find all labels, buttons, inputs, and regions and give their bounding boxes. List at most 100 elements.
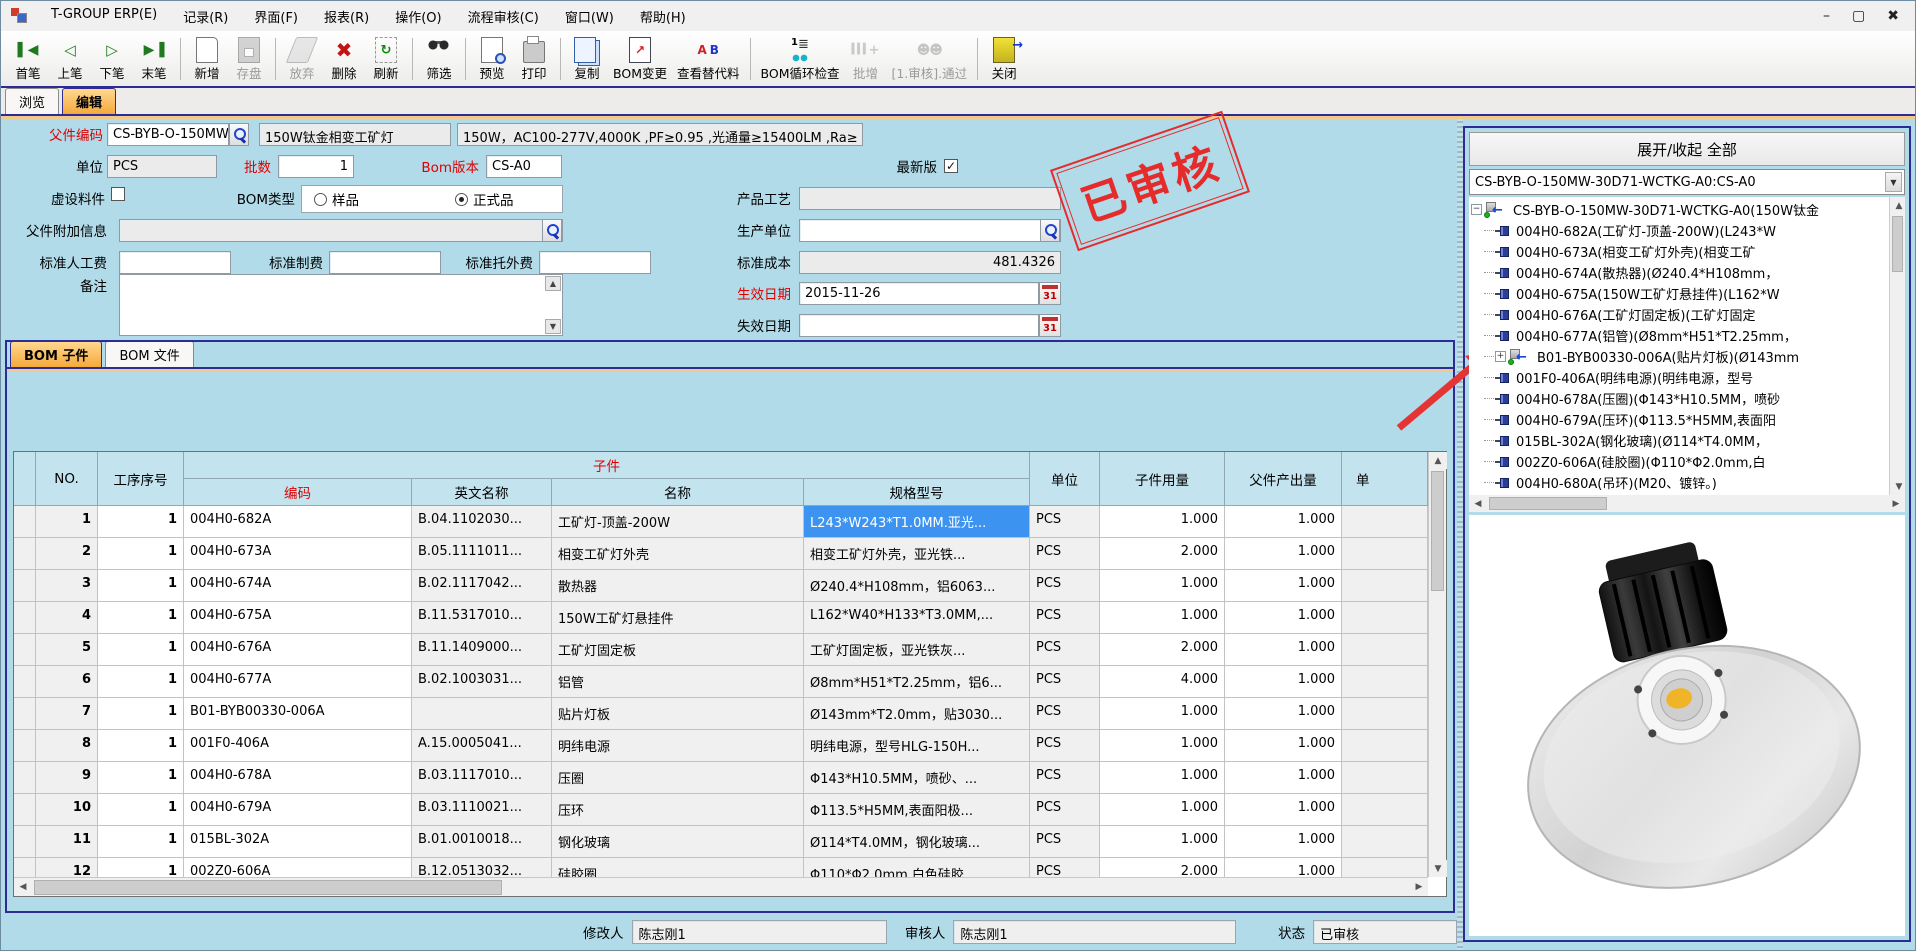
cell-seq[interactable]: 1 bbox=[98, 666, 184, 698]
cell-name[interactable]: 铝管 bbox=[552, 666, 804, 698]
toolbar-button-prev-record[interactable]: 上笔 bbox=[49, 33, 91, 85]
cell-parent-qty[interactable]: 1.000 bbox=[1225, 858, 1342, 877]
cell-qty[interactable]: 1.000 bbox=[1100, 506, 1225, 538]
cell-extra[interactable] bbox=[1342, 698, 1428, 730]
toolbar-button-save[interactable]: 存盘 bbox=[228, 33, 270, 85]
cell-qty[interactable]: 2.000 bbox=[1100, 538, 1225, 570]
cell-seq[interactable]: 1 bbox=[98, 698, 184, 730]
cell-spec[interactable]: Ø240.4*H108mm，铝6063... bbox=[804, 570, 1030, 602]
cell-spec[interactable]: Φ143*H10.5MM，喷砂、... bbox=[804, 762, 1030, 794]
cell-no[interactable]: 8 bbox=[36, 730, 98, 762]
cell-code[interactable]: 004H0-678A bbox=[184, 762, 412, 794]
cell-extra[interactable] bbox=[1342, 858, 1428, 877]
table-row[interactable]: 4 1 004H0-675A B.11.5317010... 150W工矿灯悬挂… bbox=[14, 602, 1428, 634]
cell-name[interactable]: 钢化玻璃 bbox=[552, 826, 804, 858]
cell-qty[interactable]: 1.000 bbox=[1100, 794, 1225, 826]
batch-input[interactable]: 1 bbox=[278, 155, 354, 178]
cell-en-name[interactable]: B.05.1111011... bbox=[412, 538, 552, 570]
cell-name[interactable]: 散热器 bbox=[552, 570, 804, 602]
cell-en-name[interactable]: B.12.0513032... bbox=[412, 858, 552, 877]
cell-en-name[interactable]: B.01.0010018... bbox=[412, 826, 552, 858]
cell-no[interactable]: 6 bbox=[36, 666, 98, 698]
tab-browse[interactable]: 浏览 bbox=[5, 88, 59, 114]
cell-unit[interactable]: PCS bbox=[1030, 538, 1100, 570]
cell-name[interactable]: 明纬电源 bbox=[552, 730, 804, 762]
close-button[interactable]: ✖ bbox=[1887, 9, 1899, 23]
table-vertical-scrollbar[interactable]: ▲ ▼ bbox=[1428, 452, 1446, 877]
cell-parent-qty[interactable]: 1.000 bbox=[1225, 730, 1342, 762]
cell-qty[interactable]: 1.000 bbox=[1100, 570, 1225, 602]
cell-code[interactable]: 004H0-675A bbox=[184, 602, 412, 634]
cell-unit[interactable]: PCS bbox=[1030, 762, 1100, 794]
col-spec[interactable]: 规格型号 bbox=[804, 479, 1030, 506]
row-selector-cell[interactable] bbox=[14, 666, 36, 698]
expire-date-input[interactable] bbox=[799, 314, 1039, 337]
menu-item-4[interactable]: 操作(O) bbox=[382, 2, 454, 31]
cell-extra[interactable] bbox=[1342, 666, 1428, 698]
cell-name[interactable]: 150W工矿灯悬挂件 bbox=[552, 602, 804, 634]
row-selector-cell[interactable] bbox=[14, 634, 36, 666]
cell-name[interactable]: 工矿灯-顶盖-200W bbox=[552, 506, 804, 538]
scrollbar-thumb[interactable] bbox=[1431, 471, 1444, 591]
maximize-button[interactable]: ▢ bbox=[1852, 9, 1865, 23]
tree-node[interactable]: 002Z0-606A(硅胶圈)(Φ110*Φ2.0mm,白 bbox=[1471, 451, 1888, 472]
cell-code[interactable]: 015BL-302A bbox=[184, 826, 412, 858]
outsource-cost-input[interactable] bbox=[539, 251, 651, 274]
row-selector-cell[interactable] bbox=[14, 794, 36, 826]
toolbar-button-preview[interactable]: 预览 bbox=[471, 33, 513, 85]
tree-expander-icon[interactable]: − bbox=[1471, 204, 1482, 215]
table-row[interactable]: 2 1 004H0-673A B.05.1111011... 相变工矿灯外壳 相… bbox=[14, 538, 1428, 570]
scroll-up-icon[interactable]: ▲ bbox=[545, 276, 561, 291]
table-row[interactable]: 9 1 004H0-678A B.03.1117010... 压圈 Φ143*H… bbox=[14, 762, 1428, 794]
cell-extra[interactable] bbox=[1342, 762, 1428, 794]
toolbar-button-batch-add[interactable]: 批增 bbox=[844, 33, 886, 85]
bom-type-formal-option[interactable]: 正式品 bbox=[455, 189, 514, 209]
labor-cost-input[interactable] bbox=[119, 251, 231, 274]
scroll-right-icon[interactable]: ▶ bbox=[1410, 879, 1428, 896]
table-row[interactable]: 5 1 004H0-676A B.11.1409000... 工矿灯固定板 工矿… bbox=[14, 634, 1428, 666]
toolbar-button-last-record[interactable]: 末笔 bbox=[133, 33, 175, 85]
cell-en-name[interactable]: B.03.1110021... bbox=[412, 794, 552, 826]
menu-item-3[interactable]: 报表(R) bbox=[311, 2, 382, 31]
row-selector-cell[interactable] bbox=[14, 698, 36, 730]
toolbar-button-delete[interactable]: 删除 bbox=[323, 33, 365, 85]
cell-qty[interactable]: 1.000 bbox=[1100, 826, 1225, 858]
tree-node[interactable]: + ← B01-BYB00330-006A(贴片灯板)(Ø143mm bbox=[1471, 346, 1888, 367]
tree-node[interactable]: 004H0-680A(吊环)(M20、镀锌。) bbox=[1471, 472, 1888, 493]
tree-node[interactable]: 004H0-677A(铝管)(Ø8mm*H51*T2.25mm， bbox=[1471, 325, 1888, 346]
cell-seq[interactable]: 1 bbox=[98, 602, 184, 634]
tree-node[interactable]: − ← CS-BYB-O-150MW-30D71-WCTKG-A0(150W钛金 bbox=[1471, 199, 1888, 220]
scroll-down-icon[interactable]: ▼ bbox=[1890, 478, 1905, 495]
cell-qty[interactable]: 4.000 bbox=[1100, 666, 1225, 698]
toolbar-button-new[interactable]: 新增 bbox=[186, 33, 228, 85]
scroll-up-icon[interactable]: ▲ bbox=[1429, 452, 1447, 469]
cell-extra[interactable] bbox=[1342, 602, 1428, 634]
cell-en-name[interactable]: B.03.1117010... bbox=[412, 762, 552, 794]
table-row[interactable]: 7 1 B01-BYB00330-006A 贴片灯板 Ø143mm*T2.0mm… bbox=[14, 698, 1428, 730]
toolbar-button-print[interactable]: 打印 bbox=[513, 33, 555, 85]
cell-extra[interactable] bbox=[1342, 506, 1428, 538]
chevron-down-icon[interactable]: ▼ bbox=[1885, 172, 1902, 192]
cell-extra[interactable] bbox=[1342, 538, 1428, 570]
table-horizontal-scrollbar[interactable]: ◀ ▶ bbox=[14, 877, 1428, 896]
cell-seq[interactable]: 1 bbox=[98, 858, 184, 877]
cell-code[interactable]: 004H0-674A bbox=[184, 570, 412, 602]
cell-name[interactable]: 相变工矿灯外壳 bbox=[552, 538, 804, 570]
scroll-down-icon[interactable]: ▼ bbox=[545, 319, 561, 334]
cell-name[interactable]: 硅胶圈 bbox=[552, 858, 804, 877]
cell-qty[interactable]: 1.000 bbox=[1100, 698, 1225, 730]
cell-spec[interactable]: Φ110*Φ2.0mm,白色硅胶... bbox=[804, 858, 1030, 877]
effective-date-calendar-button[interactable]: 31 bbox=[1039, 282, 1061, 305]
col-no[interactable]: NO. bbox=[36, 452, 98, 506]
cell-seq[interactable]: 1 bbox=[98, 826, 184, 858]
bom-version-combobox[interactable]: CS-BYB-O-150MW-30D71-WCTKG-A0:CS-A0 ▼ bbox=[1469, 169, 1905, 195]
parent-extra-lookup-button[interactable] bbox=[542, 219, 562, 242]
table-row[interactable]: 10 1 004H0-679A B.03.1110021... 压环 Φ113.… bbox=[14, 794, 1428, 826]
bom-version-input[interactable]: CS-A0 bbox=[486, 155, 562, 178]
toolbar-button-close-door[interactable]: 关闭 bbox=[983, 33, 1025, 85]
scroll-left-icon[interactable]: ◀ bbox=[14, 879, 32, 896]
tree-vertical-scrollbar[interactable]: ▲ ▼ bbox=[1889, 197, 1905, 495]
cell-qty[interactable]: 2.000 bbox=[1100, 634, 1225, 666]
col-extra[interactable]: 单 bbox=[1342, 452, 1428, 506]
cell-spec[interactable]: 明纬电源，型号HLG-150H... bbox=[804, 730, 1030, 762]
